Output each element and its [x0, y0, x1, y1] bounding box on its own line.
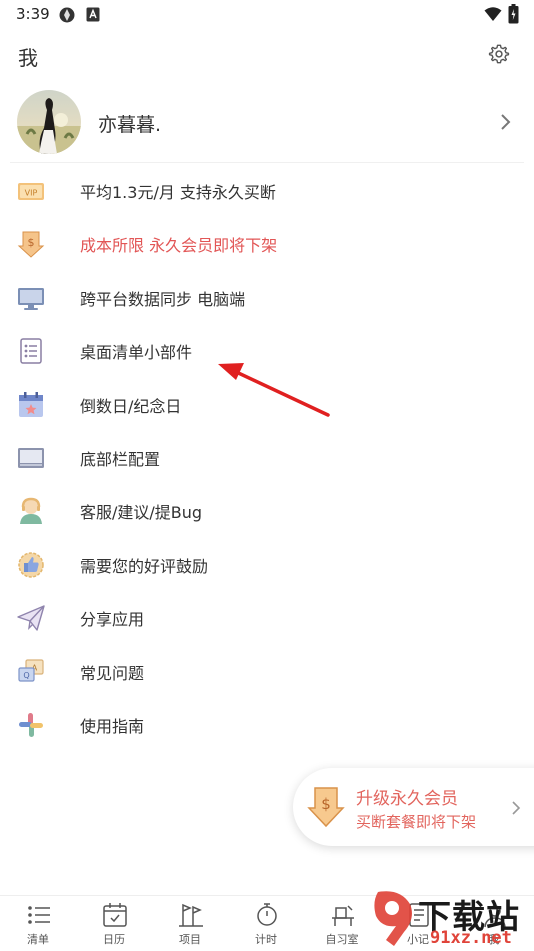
- guide-icon: [19, 712, 43, 737]
- menu-item-label: 倒数日/纪念日: [80, 396, 182, 416]
- profile-row[interactable]: 亦暮暮.: [0, 88, 534, 160]
- thumbs-up-icon: [18, 551, 44, 578]
- watermark-domain: 91xz.net: [430, 928, 512, 948]
- menu-item-lifetime-offer[interactable]: $ 成本所限 永久会员即将下架: [0, 217, 534, 270]
- menu-item-bottom-bar[interactable]: 底部栏配置: [0, 431, 534, 484]
- list-icon: [28, 906, 50, 924]
- menu-item-countdown[interactable]: 倒数日/纪念日: [0, 378, 534, 431]
- menu-item-share[interactable]: 分享应用: [0, 591, 534, 644]
- menu-item-label: 分享应用: [80, 610, 145, 630]
- status-time: 3:39: [16, 5, 50, 23]
- menu-item-label: 需要您的好评鼓励: [80, 556, 209, 576]
- tab-list[interactable]: 清单: [0, 896, 76, 951]
- promo-subtitle: 买断套餐即将下架: [356, 813, 477, 831]
- checklist-icon: [20, 338, 42, 364]
- upgrade-promo-card[interactable]: $ 升级永久会员 买断套餐即将下架: [293, 768, 534, 846]
- menu-item-support[interactable]: 客服/建议/提Bug: [0, 484, 534, 537]
- svg-text:Q: Q: [23, 671, 29, 680]
- menu-item-label: 使用指南: [80, 716, 145, 736]
- paper-plane-icon: [17, 605, 45, 631]
- status-bar: 3:39: [0, 0, 534, 30]
- watermark: 下载站 91xz.net: [370, 888, 534, 950]
- watermark-logo: [374, 891, 412, 946]
- tab-study-room[interactable]: 自习室: [304, 896, 380, 951]
- dollar-down-icon: $: [17, 231, 45, 259]
- settings-menu: VIP 平均1.3元/月 支持永久买断 $ 成本所限 永久会员即将下架 跨平台数…: [0, 164, 534, 751]
- menu-item-sync[interactable]: 跨平台数据同步 电脑端: [0, 271, 534, 324]
- calendar-icon: [19, 391, 43, 417]
- menu-item-label: 底部栏配置: [80, 449, 161, 469]
- tab-label: 自习室: [325, 933, 359, 946]
- vip-icon: VIP: [18, 183, 44, 200]
- tab-timer[interactable]: 计时: [228, 896, 304, 951]
- project-icon: [179, 903, 203, 927]
- faq-icon: AQ: [18, 658, 44, 682]
- study-room-icon: [332, 905, 354, 926]
- chevron-right-icon: [512, 801, 521, 815]
- dollar-down-icon: $: [307, 787, 345, 828]
- menu-item-label: 成本所限 永久会员即将下架: [80, 236, 278, 256]
- menu-item-label: 客服/建议/提Bug: [80, 503, 203, 523]
- menu-item-label: 常见问题: [80, 663, 145, 683]
- menu-item-faq[interactable]: AQ 常见问题: [0, 645, 534, 698]
- tab-label: 计时: [255, 933, 277, 946]
- svg-text:VIP: VIP: [25, 189, 38, 198]
- tab-calendar[interactable]: 日历: [76, 896, 152, 951]
- tab-project[interactable]: 项目: [152, 896, 228, 951]
- divider: [10, 162, 524, 163]
- avatar[interactable]: [17, 90, 81, 154]
- menu-item-label: 跨平台数据同步 电脑端: [80, 289, 246, 309]
- username: 亦暮暮.: [98, 114, 162, 136]
- promo-title: 升级永久会员: [356, 789, 458, 809]
- support-icon: [20, 498, 42, 525]
- wifi-icon: [484, 7, 502, 21]
- battery-icon: [508, 4, 519, 24]
- svg-text:$: $: [321, 795, 331, 813]
- page-title: 我: [18, 46, 38, 70]
- calendar-tab-icon: [103, 903, 127, 927]
- tab-label: 清单: [27, 933, 49, 946]
- chevron-right-icon[interactable]: [498, 112, 512, 132]
- menu-item-guide[interactable]: 使用指南: [0, 698, 534, 751]
- timer-icon: [257, 903, 277, 926]
- svg-text:$: $: [28, 236, 35, 249]
- menu-item-widget[interactable]: 桌面清单小部件: [0, 324, 534, 377]
- menu-item-vip[interactable]: VIP 平均1.3元/月 支持永久买断: [0, 164, 534, 217]
- bottom-bar-icon: [18, 447, 44, 468]
- avatar-image: [17, 98, 81, 154]
- app-notification-icon: [86, 7, 100, 22]
- menu-item-label: 平均1.3元/月 支持永久买断: [80, 183, 276, 202]
- menu-item-rate[interactable]: 需要您的好评鼓励: [0, 538, 534, 591]
- menu-item-label: 桌面清单小部件: [80, 343, 193, 363]
- monitor-icon: [18, 287, 44, 310]
- tab-label: 日历: [103, 933, 125, 946]
- gear-icon[interactable]: [488, 43, 510, 65]
- tab-label: 项目: [179, 933, 201, 946]
- sync-icon: [59, 7, 75, 23]
